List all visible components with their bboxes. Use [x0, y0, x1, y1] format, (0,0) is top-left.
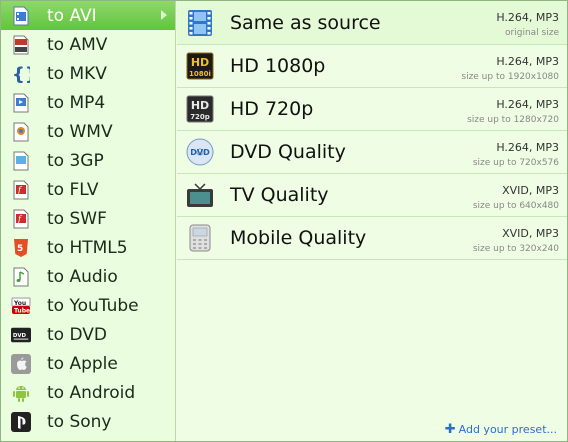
svg-text:You: You [13, 300, 26, 307]
menu-item-dvd[interactable]: DVD to DVD [1, 320, 175, 349]
preset-name: Same as source [230, 11, 381, 34]
menu-item-apple[interactable]: to Apple [1, 349, 175, 378]
menu-item-html5[interactable]: 5 to HTML5 [1, 233, 175, 262]
preset-codec: XVID, MP3 [502, 227, 559, 240]
menu-item-mp4[interactable]: to MP4 [1, 88, 175, 117]
preset-codec: H.264, MP3 [496, 55, 559, 68]
menu-item-label: to AMV [47, 34, 108, 55]
preset-codec: H.264, MP3 [496, 11, 559, 24]
hd-badge-text: HD [191, 99, 209, 112]
preset-size: size up to 640x480 [472, 201, 559, 211]
apple-icon [11, 353, 31, 374]
preset-codec: H.264, MP3 [496, 98, 559, 111]
hd-badge-subtext: 720p [190, 113, 210, 121]
menu-item-mkv[interactable]: {} to MKV [1, 59, 175, 88]
mkv-icon: {} [11, 64, 31, 84]
svg-text:DVD: DVD [13, 332, 27, 338]
preset-size: size up to 320x240 [472, 244, 559, 254]
preset-dvd-quality[interactable]: DVD DVD Quality H.264, MP3 size up to 72… [177, 131, 567, 174]
menu-item-3gp[interactable]: to 3GP [1, 146, 175, 175]
hd-1080i-icon: HD 1080i [185, 51, 215, 81]
menu-item-audio[interactable]: to Audio [1, 262, 175, 291]
audio-file-icon [11, 267, 31, 287]
add-preset-label: Add your preset... [458, 423, 557, 436]
youtube-icon: You Tube [11, 296, 31, 316]
3gp-file-icon [11, 151, 31, 171]
preset-same-as-source[interactable]: Same as source H.264, MP3 original size [177, 1, 567, 45]
menu-item-label: to MKV [47, 63, 107, 84]
menu-item-android[interactable]: to Android [1, 378, 175, 407]
svg-text:Tube: Tube [14, 307, 30, 314]
svg-text:5: 5 [17, 244, 23, 254]
menu-item-swf[interactable]: f to SWF [1, 204, 175, 233]
dvd-badge-text: DVD [190, 148, 210, 157]
menu-item-label: to 3GP [47, 150, 104, 171]
format-chooser-window: to AVI to AMV {} to MKV to MP4 to [0, 0, 568, 442]
preset-hd-1080p[interactable]: HD 1080i HD 1080p H.264, MP3 size up to … [177, 45, 567, 88]
mp4-file-icon [11, 93, 31, 113]
html5-icon: 5 [11, 238, 31, 258]
menu-item-label: to HTML5 [47, 237, 128, 258]
menu-item-label: to Audio [47, 266, 118, 287]
flv-file-icon: f [11, 180, 31, 200]
film-icon [185, 8, 215, 38]
preset-codec: H.264, MP3 [496, 141, 559, 154]
menu-item-avi[interactable]: to AVI [1, 1, 175, 30]
mobile-phone-icon [185, 223, 215, 253]
wmv-file-icon [11, 122, 31, 142]
menu-item-amv[interactable]: to AMV [1, 30, 175, 59]
preset-name: Mobile Quality [230, 227, 367, 249]
menu-item-label: to AVI [47, 5, 97, 26]
amv-file-icon [11, 35, 31, 55]
menu-item-flv[interactable]: f to FLV [1, 175, 175, 204]
preset-size: size up to 1280x720 [467, 115, 559, 125]
dvd-disc-icon: DVD [185, 137, 215, 167]
format-menu: to AVI to AMV {} to MKV to MP4 to [1, 1, 176, 441]
preset-size: size up to 1920x1080 [461, 72, 559, 82]
menu-item-label: to DVD [47, 324, 107, 345]
playstation-icon [11, 411, 31, 432]
menu-item-label: to SWF [47, 208, 107, 229]
preset-name: TV Quality [230, 184, 329, 206]
menu-item-label: to Apple [47, 353, 118, 374]
preset-codec: XVID, MP3 [502, 184, 559, 197]
preset-size: size up to 720x576 [472, 158, 559, 168]
menu-item-sony[interactable]: to Sony [1, 407, 175, 436]
svg-text:{}: {} [12, 64, 30, 84]
menu-item-label: to Sony [47, 411, 112, 432]
tv-icon [185, 180, 215, 210]
dvd-icon: DVD [11, 325, 31, 345]
menu-item-youtube[interactable]: You Tube to YouTube [1, 291, 175, 320]
hd-720p-icon: HD 720p [185, 94, 215, 124]
menu-item-label: to YouTube [47, 295, 139, 316]
preset-name: HD 720p [230, 98, 314, 120]
menu-item-label: to Android [47, 382, 136, 403]
submenu-arrow-icon [161, 10, 167, 20]
preset-hd-720p[interactable]: HD 720p HD 720p H.264, MP3 size up to 12… [177, 88, 567, 131]
swf-file-icon: f [11, 209, 31, 229]
menu-item-label: to FLV [47, 179, 99, 200]
preset-list: Same as source H.264, MP3 original size … [177, 1, 567, 441]
plus-icon: ✚ [444, 422, 456, 437]
menu-item-label: to WMV [47, 121, 113, 142]
hd-badge-text: HD [191, 56, 209, 69]
hd-badge-subtext: 1080i [189, 70, 211, 78]
preset-name: DVD Quality [230, 141, 346, 163]
preset-tv-quality[interactable]: TV Quality XVID, MP3 size up to 640x480 [177, 174, 567, 217]
add-preset-link[interactable]: ✚ Add your preset... [445, 422, 557, 437]
menu-item-label: to MP4 [47, 92, 106, 113]
preset-size: original size [505, 28, 559, 38]
avi-file-icon [11, 6, 31, 26]
preset-mobile-quality[interactable]: Mobile Quality XVID, MP3 size up to 320x… [177, 217, 567, 260]
preset-name: HD 1080p [230, 55, 326, 77]
android-icon [11, 383, 31, 403]
menu-item-wmv[interactable]: to WMV [1, 117, 175, 146]
